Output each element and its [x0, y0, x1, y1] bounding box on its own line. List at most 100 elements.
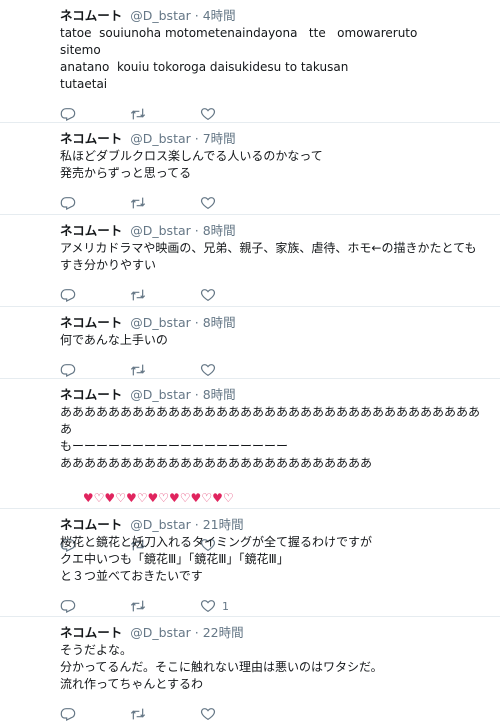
timestamp[interactable]: 8時間 — [203, 223, 236, 238]
retweet-icon — [130, 708, 146, 720]
heart-emoji: ♥ — [169, 491, 180, 505]
reply-icon — [60, 108, 76, 121]
timestamp[interactable]: 21時間 — [203, 517, 244, 532]
like-button[interactable] — [200, 706, 260, 722]
reply-button[interactable] — [60, 287, 130, 303]
heart-icon — [200, 108, 216, 121]
reply-button[interactable] — [60, 598, 130, 614]
tweet-header: ネコムート @D_bstar · 8時間 — [60, 222, 488, 239]
tweet[interactable]: ネコムート @D_bstar · 8時間 あああああああああああああああああああ… — [0, 379, 500, 552]
separator-dot: · — [194, 223, 199, 238]
retweet-icon — [130, 289, 146, 301]
tweet[interactable]: ネコムート @D_bstar · 8時間 何であんな上手いの — [0, 307, 500, 379]
display-name[interactable]: ネコムート — [60, 625, 122, 640]
like-button[interactable] — [200, 195, 260, 211]
retweet-button[interactable] — [130, 106, 200, 122]
user-handle[interactable]: @D_bstar — [130, 387, 191, 402]
reply-icon — [60, 289, 76, 302]
separator-dot: · — [194, 8, 199, 23]
user-handle[interactable]: @D_bstar — [130, 315, 191, 330]
retweet-icon — [130, 600, 146, 612]
reply-button[interactable] — [60, 106, 130, 122]
tweet-actions — [60, 283, 488, 307]
separator-dot: · — [194, 387, 199, 402]
tweet-header: ネコムート @D_bstar · 4時間 — [60, 7, 488, 24]
tweet-header: ネコムート @D_bstar · 8時間 — [60, 314, 488, 331]
tweet-actions — [60, 191, 488, 215]
tweet[interactable]: ネコムート @D_bstar · 22時間 そうだよな。 分かってるんだ。そこに… — [0, 617, 500, 726]
heart-icon — [200, 600, 216, 613]
tweet-text: 何であんな上手いの — [60, 333, 168, 347]
reply-icon — [60, 600, 76, 613]
tweet-actions: 1 — [60, 594, 488, 618]
reply-icon — [60, 197, 76, 210]
like-count: 1 — [222, 599, 229, 613]
tweet-header: ネコムート @D_bstar · 7時間 — [60, 130, 488, 147]
heart-emoji: ♥ — [82, 491, 94, 505]
separator-dot: · — [194, 315, 199, 330]
like-button[interactable]: 1 — [200, 598, 260, 614]
heart-emoji: ♡ — [222, 491, 234, 505]
tweet-text: ああああああああああああああああああああああああああああああああああああ もーー… — [60, 405, 481, 470]
tweet-header: ネコムート @D_bstar · 21時間 — [60, 516, 488, 533]
display-name[interactable]: ネコムート — [60, 223, 122, 238]
retweet-button[interactable] — [130, 195, 200, 211]
tweet-text: アメリカドラマや映画の、兄弟、親子、家族、虐待、ホモ←の描きかたとてもすき分かり… — [60, 241, 477, 272]
heart-emoji: ♥ — [104, 491, 116, 505]
retweet-icon — [130, 108, 146, 120]
heart-emoji: ♥ — [190, 491, 202, 505]
heart-emoji: ♡ — [158, 491, 170, 505]
reply-button[interactable] — [60, 706, 130, 722]
tweet-header: ネコムート @D_bstar · 22時間 — [60, 624, 488, 641]
tweet[interactable]: ネコムート @D_bstar · 7時間 私ほどダブルクロス楽しんでる人いるのか… — [0, 123, 500, 215]
retweet-button[interactable] — [130, 362, 200, 378]
heart-icon — [200, 364, 216, 377]
heart-emoji: ♡ — [179, 491, 191, 505]
display-name[interactable]: ネコムート — [60, 131, 122, 146]
timestamp[interactable]: 4時間 — [203, 8, 236, 23]
heart-emoji: ♥ — [125, 491, 137, 505]
display-name[interactable]: ネコムート — [60, 517, 122, 532]
like-button[interactable] — [200, 106, 260, 122]
display-name[interactable]: ネコムート — [60, 387, 122, 402]
heart-emoji: ♥ — [147, 491, 159, 505]
heart-emoji: ♡ — [136, 491, 148, 505]
timestamp[interactable]: 7時間 — [203, 131, 236, 146]
reply-icon — [60, 364, 76, 377]
user-handle[interactable]: @D_bstar — [130, 223, 191, 238]
heart-emoji: ♡ — [201, 491, 213, 505]
display-name[interactable]: ネコムート — [60, 315, 122, 330]
tweet[interactable]: ネコムート @D_bstar · 4時間 tatoe souiunoha mot… — [0, 0, 500, 123]
user-handle[interactable]: @D_bstar — [130, 517, 191, 532]
user-handle[interactable]: @D_bstar — [130, 625, 191, 640]
retweet-button[interactable] — [130, 706, 200, 722]
retweet-icon — [130, 364, 146, 376]
separator-dot: · — [194, 131, 199, 146]
retweet-button[interactable] — [130, 287, 200, 303]
separator-dot: · — [194, 517, 199, 532]
tweet-timeline: ネコムート @D_bstar · 4時間 tatoe souiunoha mot… — [0, 0, 500, 726]
reply-button[interactable] — [60, 195, 130, 211]
separator-dot: · — [194, 625, 199, 640]
tweet[interactable]: ネコムート @D_bstar · 21時間 桜花と鏡花と妖刀入れるタイミングが全… — [0, 509, 500, 617]
tweet-text: tatoe souiunoha motometenaindayona tte o… — [60, 26, 418, 91]
heart-icon — [200, 289, 216, 302]
heart-emoji: ♡ — [93, 491, 105, 505]
timestamp[interactable]: 22時間 — [203, 625, 244, 640]
tweet[interactable]: ネコムート @D_bstar · 8時間 アメリカドラマや映画の、兄弟、親子、家… — [0, 215, 500, 307]
user-handle[interactable]: @D_bstar — [130, 131, 191, 146]
tweet-text: 私ほどダブルクロス楽しんでる人いるのかなって 発売からずっと思ってる — [60, 149, 323, 180]
timestamp[interactable]: 8時間 — [203, 387, 236, 402]
tweet-text: 桜花と鏡花と妖刀入れるタイミングが全て握るわけですが クエ中いつも「鏡花Ⅲ」「鏡… — [60, 535, 373, 583]
like-button[interactable] — [200, 287, 260, 303]
user-handle[interactable]: @D_bstar — [130, 8, 191, 23]
tweet-actions — [60, 702, 488, 726]
heart-emoji: ♡ — [115, 491, 126, 505]
timestamp[interactable]: 8時間 — [203, 315, 236, 330]
retweet-button[interactable] — [130, 598, 200, 614]
tweet-text: そうだよな。 分かってるんだ。そこに触れない理由は悪いのはワタシだ。 流れ作って… — [60, 643, 383, 691]
like-button[interactable] — [200, 362, 260, 378]
reply-icon — [60, 708, 76, 721]
reply-button[interactable] — [60, 362, 130, 378]
display-name[interactable]: ネコムート — [60, 8, 122, 23]
